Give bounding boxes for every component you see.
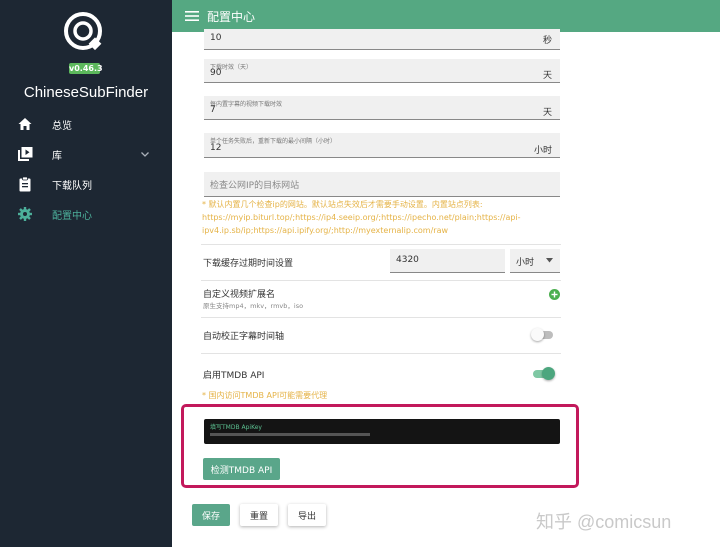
toggle-knob <box>531 328 544 341</box>
sidebar-item-download-queue[interactable]: 下载队列 <box>0 171 172 197</box>
auto-fix-timeline-label: 自动校正字幕时间轴 <box>203 332 285 342</box>
custom-ext-sub: 原生支持mp4，mkv，rmvb，iso <box>203 302 304 310</box>
settings-content: 10 秒 下载时效（天） 90 天 每内置字幕的视频下载时效 7 天 单个任务失… <box>172 29 720 547</box>
field-placeholder: 检查公网IP的目标网站 <box>210 181 300 191</box>
top-bar: 配置中心 <box>172 0 720 32</box>
divider <box>201 244 561 245</box>
download-validity-field[interactable]: 下载时效（天） 90 天 <box>204 59 560 83</box>
cache-expire-input[interactable]: 4320 <box>390 249 505 273</box>
add-extension-icon[interactable] <box>549 289 560 300</box>
auto-fix-timeline-toggle[interactable] <box>531 328 553 341</box>
field-value: 4320 <box>396 255 419 265</box>
field-value: 12 <box>210 143 222 153</box>
version-badge: v0.46.3 <box>69 63 103 74</box>
field-value: 90 <box>210 68 222 78</box>
toggle-knob <box>542 367 555 380</box>
field-unit: 小时 <box>533 146 552 156</box>
field-value: 10 <box>210 33 222 43</box>
select-value: 小时 <box>516 258 535 268</box>
field-label: 单个任务失败后，重新下载的最小间隔（小时） <box>210 138 337 145</box>
watermark: 知乎 @comicsun <box>536 512 672 532</box>
cache-expire-label: 下载缓存过期时间设置 <box>203 259 294 269</box>
sidebar-item-label: 配置中心 <box>52 210 92 222</box>
menu-icon[interactable] <box>185 10 199 22</box>
sidebar-item-label: 库 <box>52 150 62 162</box>
export-button[interactable]: 导出 <box>288 504 326 526</box>
sidebar-item-overview[interactable]: 总览 <box>0 111 172 137</box>
sidebar: v0.46.3 ChineseSubFinder 总览 库 下载队列 配置中心 <box>0 0 172 547</box>
divider <box>201 280 561 281</box>
home-icon <box>18 118 32 130</box>
gear-icon <box>18 207 32 221</box>
tmdb-enable-label: 启用TMDB API <box>203 371 265 381</box>
clipboard-icon <box>19 176 31 192</box>
custom-ext-label: 自定义视频扩展名 <box>203 290 276 300</box>
save-button[interactable]: 保存 <box>192 504 230 526</box>
field-unit: 天 <box>542 108 552 118</box>
ip-check-site-input[interactable]: 检查公网IP的目标网站 <box>204 172 560 197</box>
sidebar-item-label: 总览 <box>52 120 72 132</box>
app-name: ChineseSubFinder <box>23 84 149 101</box>
embedded-subtitle-validity-field[interactable]: 每内置字幕的视频下载时效 7 天 <box>204 96 560 120</box>
reset-button[interactable]: 重置 <box>240 504 278 526</box>
tmdb-hint: * 国内访问TMDB API可能需要代理 <box>202 391 328 400</box>
library-icon <box>18 147 33 161</box>
timeout-seconds-field[interactable]: 10 秒 <box>204 29 560 50</box>
field-label: 填写TMDB ApiKey <box>210 424 262 431</box>
redacted-apikey <box>210 433 370 436</box>
check-tmdb-button[interactable]: 检测TMDB API <box>203 458 280 480</box>
sidebar-item-label: 下载队列 <box>52 180 92 192</box>
divider <box>201 317 561 318</box>
field-value: 7 <box>210 105 216 115</box>
field-unit: 秒 <box>542 36 552 46</box>
field-unit: 天 <box>542 71 552 81</box>
sidebar-item-library[interactable]: 库 <box>0 141 172 167</box>
field-label: 每内置字幕的视频下载时效 <box>210 101 283 108</box>
chevron-down-icon[interactable] <box>139 148 151 160</box>
sidebar-item-settings[interactable]: 配置中心 <box>0 201 172 227</box>
divider <box>201 353 561 354</box>
tmdb-enable-toggle[interactable] <box>533 367 555 380</box>
caret-down-icon <box>546 258 553 263</box>
app-logo <box>64 12 102 51</box>
retry-interval-field[interactable]: 单个任务失败后，重新下载的最小间隔（小时） 12 小时 <box>204 133 560 158</box>
ip-check-hint: * 默认内置几个检查ip的网站。默认站点失效后才需要手动设置。内置站点列表: h… <box>202 200 521 235</box>
tmdb-apikey-input[interactable]: 填写TMDB ApiKey <box>204 419 560 444</box>
cache-expire-unit-select[interactable]: 小时 <box>510 249 560 273</box>
page-title: 配置中心 <box>207 10 256 24</box>
